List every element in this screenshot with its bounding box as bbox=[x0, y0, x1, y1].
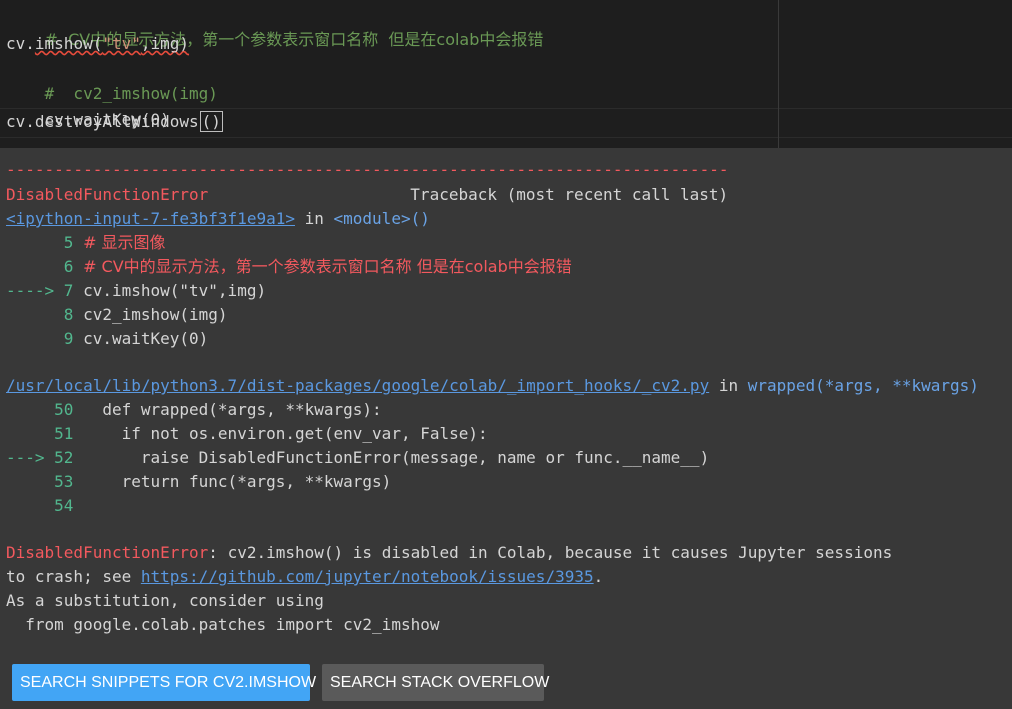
string-token: "tv" bbox=[102, 34, 141, 53]
line-number: 6 bbox=[6, 257, 84, 276]
frame1-line-6: 6 # CV中的显示方法，第一个参数表示窗口名称 但是在colab中会报错 bbox=[6, 255, 572, 279]
error-message-line-2: to crash; see https://github.com/jupyter… bbox=[6, 565, 603, 589]
line-code: cv.imshow("tv",img) bbox=[83, 281, 267, 300]
current-line-arrow: ----> 7 bbox=[6, 281, 84, 300]
current-line-arrow: ---> 52 bbox=[6, 448, 84, 467]
error-message: : cv2.imshow() is disabled in Colab, bec… bbox=[208, 543, 893, 562]
code-editor[interactable]: # CV中的显示方法，第一个参数表示窗口名称 但是在colab中会报错 cv.i… bbox=[0, 0, 1012, 148]
code-line-5[interactable]: cv.destroyAllWindows() bbox=[6, 110, 223, 134]
frame1-line-5: 5 # 显示图像 bbox=[6, 231, 166, 255]
line-number: 50 bbox=[6, 400, 84, 419]
code-token: cv. bbox=[6, 34, 35, 53]
line-code: if not os.environ.get(env_var, False): bbox=[83, 424, 488, 443]
code-token: imshow( bbox=[34, 34, 103, 53]
traceback-header-line: DisabledFunctionError Traceback (most rec… bbox=[6, 183, 728, 207]
error-message: . bbox=[593, 567, 604, 586]
line-number: 8 bbox=[6, 305, 84, 324]
error-message: to crash; see bbox=[6, 567, 141, 586]
code-line-2[interactable]: cv.imshow("tv",img) bbox=[6, 32, 189, 56]
line-number: 53 bbox=[6, 472, 84, 491]
error-message-line-1: DisabledFunctionError: cv2.imshow() is d… bbox=[6, 541, 892, 565]
frame2-line-53: 53 return func(*args, **kwargs) bbox=[6, 470, 391, 494]
error-name: DisabledFunctionError bbox=[6, 185, 209, 204]
frame2-in: in bbox=[709, 376, 748, 395]
line-number: 9 bbox=[6, 329, 84, 348]
frame1-line-8: 8 cv2_imshow(img) bbox=[6, 303, 228, 327]
frame1-source-link[interactable]: <ipython-input-7-fe3bf3f1e9a1> bbox=[6, 209, 295, 228]
traceback-separator: ----------------------------------------… bbox=[6, 160, 729, 179]
frame1-line-9: 9 cv.waitKey(0) bbox=[6, 327, 209, 351]
ruler-divider bbox=[778, 0, 779, 148]
code-line-4[interactable]: cv.waitKey(0) bbox=[6, 84, 170, 129]
error-type: DisabledFunctionError bbox=[6, 543, 209, 562]
line-code: def wrapped(*args, **kwargs): bbox=[83, 400, 382, 419]
code-token-squiggle: imshow("tv",img) bbox=[35, 34, 189, 53]
traceback-title: Traceback (most recent call last) bbox=[410, 185, 729, 204]
frame1-in: in bbox=[294, 209, 334, 228]
line-code: # 显示图像 bbox=[83, 233, 166, 252]
frame1-header: <ipython-input-7-fe3bf3f1e9a1> in <modul… bbox=[6, 207, 430, 231]
line-number: 51 bbox=[6, 424, 84, 443]
frame2-line-54: 54 bbox=[6, 494, 83, 518]
code-line-1[interactable]: # CV中的显示方法，第一个参数表示窗口名称 但是在colab中会报错 bbox=[6, 4, 544, 49]
code-line-3[interactable]: # cv2_imshow(img) bbox=[6, 58, 218, 103]
frame2-source-link[interactable]: /usr/local/lib/python3.7/dist-packages/g… bbox=[6, 376, 709, 395]
code-token: cv.destroyAllWindows bbox=[6, 112, 199, 131]
frame1-line-7: ----> 7 cv.imshow("tv",img) bbox=[6, 279, 266, 303]
frame2-header: /usr/local/lib/python3.7/dist-packages/g… bbox=[6, 374, 979, 398]
frame2-line-52: ---> 52 raise DisabledFunctionError(mess… bbox=[6, 446, 709, 470]
bracket-match-highlight: () bbox=[199, 111, 223, 132]
search-snippets-button[interactable]: SEARCH SNIPPETS FOR CV2.IMSHOW bbox=[12, 664, 316, 701]
frame2-line-51: 51 if not os.environ.get(env_var, False)… bbox=[6, 422, 488, 446]
line-code: raise DisabledFunctionError(message, nam… bbox=[83, 448, 710, 467]
search-stack-overflow-button[interactable]: SEARCH STACK OVERFLOW bbox=[322, 664, 549, 701]
line-code: cv2_imshow(img) bbox=[83, 305, 228, 324]
error-message-line-3: As a substitution, consider using bbox=[6, 591, 324, 610]
line-code: return func(*args, **kwargs) bbox=[83, 472, 392, 491]
frame1-module: <module>() bbox=[333, 209, 430, 228]
github-issue-link[interactable]: https://github.com/jupyter/notebook/issu… bbox=[141, 567, 594, 586]
line-number: 54 bbox=[6, 496, 84, 515]
line-code: cv.waitKey(0) bbox=[83, 329, 209, 348]
frame2-line-50: 50 def wrapped(*args, **kwargs): bbox=[6, 398, 382, 422]
code-token: ,img) bbox=[140, 34, 190, 53]
frame2-function: wrapped(*args, **kwargs) bbox=[747, 376, 979, 395]
line-number: 5 bbox=[6, 233, 84, 252]
line-code: # CV中的显示方法，第一个参数表示窗口名称 但是在colab中会报错 bbox=[83, 257, 572, 276]
error-message-line-4: from google.colab.patches import cv2_ims… bbox=[6, 615, 440, 634]
